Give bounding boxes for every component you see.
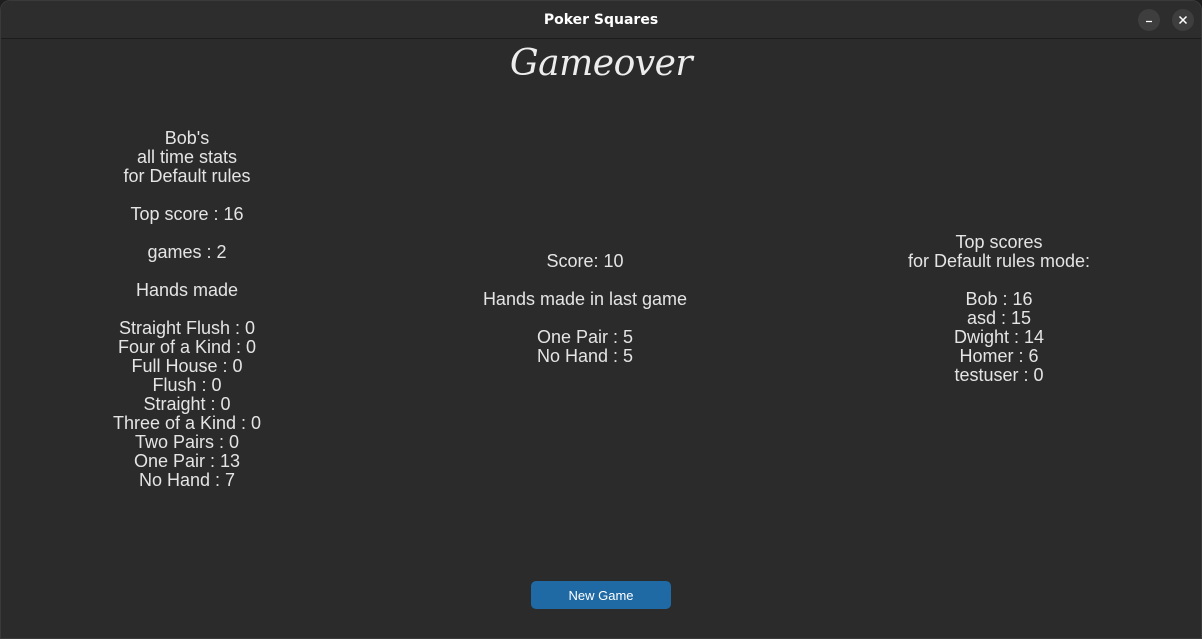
- stats-hand-two-pairs: Two Pairs : 0: [134, 432, 240, 452]
- gameover-screen: Gameover Bob's all time stats for Defaul…: [1, 39, 1201, 638]
- top-scores-panel: Top scores for Default rules mode: Bob :…: [879, 233, 1119, 385]
- top-score-entry: testuser : 0: [954, 365, 1044, 385]
- all-time-stats-panel: Bob's all time stats for Default rules T…: [87, 129, 287, 490]
- top-scores-subtitle: for Default rules mode:: [907, 251, 1091, 271]
- stats-hand-straight-flush: Straight Flush : 0: [118, 318, 256, 338]
- stats-hand-full-house: Full House : 0: [131, 356, 243, 376]
- stats-rules: for Default rules: [123, 166, 251, 186]
- last-game-hand-no-hand: No Hand : 5: [536, 346, 634, 366]
- top-score-entry: Homer : 6: [959, 346, 1039, 366]
- stats-hand-four-of-a-kind: Four of a Kind : 0: [117, 337, 257, 357]
- last-game-hands-label: Hands made in last game: [482, 289, 688, 309]
- stats-hand-one-pair: One Pair : 13: [133, 451, 241, 471]
- close-icon: [1178, 15, 1188, 25]
- top-score-entry: asd : 15: [966, 308, 1032, 328]
- stats-top-score: Top score : 16: [130, 204, 244, 224]
- stats-games: games : 2: [147, 242, 227, 262]
- stats-hands-made-label: Hands made: [135, 280, 239, 300]
- stats-hand-flush: Flush : 0: [152, 375, 222, 395]
- stats-player-name: Bob's: [164, 128, 210, 148]
- page-title: Gameover: [509, 43, 693, 84]
- new-game-button[interactable]: New Game: [531, 581, 671, 609]
- minimize-icon: [1146, 20, 1152, 23]
- last-game-panel: Score: 10 Hands made in last game One Pa…: [435, 252, 735, 366]
- title-bar[interactable]: Poker Squares: [1, 1, 1201, 39]
- last-game-hand-one-pair: One Pair : 5: [536, 327, 634, 347]
- stats-hand-three-of-a-kind: Three of a Kind : 0: [112, 413, 262, 433]
- top-scores-title: Top scores: [955, 232, 1043, 252]
- stats-hand-straight: Straight : 0: [143, 394, 231, 414]
- last-game-score: Score: 10: [546, 251, 624, 271]
- top-score-entry: Bob : 16: [965, 289, 1033, 309]
- close-button[interactable]: [1172, 9, 1194, 31]
- window-title: Poker Squares: [543, 12, 659, 28]
- stats-hand-no-hand: No Hand : 7: [138, 470, 236, 490]
- top-score-entry: Dwight : 14: [953, 327, 1045, 347]
- stats-subtitle: all time stats: [136, 147, 238, 167]
- minimize-button[interactable]: [1138, 9, 1160, 31]
- app-window: Poker Squares Gameover Bob's all time st…: [0, 0, 1202, 639]
